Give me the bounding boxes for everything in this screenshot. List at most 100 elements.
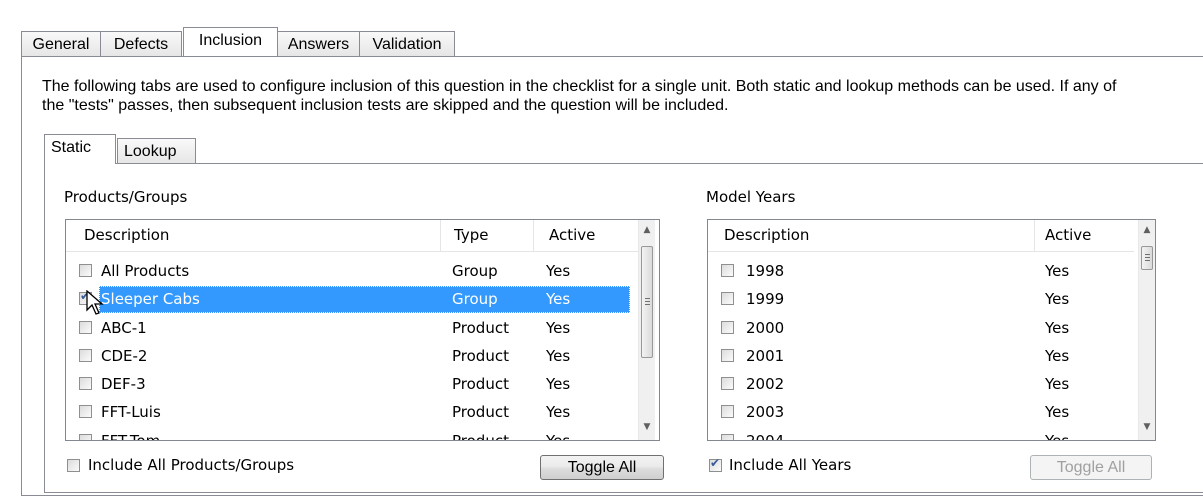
grip-line: [1145, 257, 1150, 258]
row-active: Yes: [546, 262, 571, 280]
table-row[interactable]: 2000 Yes: [708, 314, 1134, 342]
table-row[interactable]: 2003 Yes: [708, 398, 1134, 426]
toggle-all-products-button[interactable]: Toggle All: [540, 455, 664, 480]
scroll-up-icon[interactable]: ▲: [1139, 222, 1155, 239]
row-checkbox[interactable]: [79, 434, 92, 440]
grip-line: [1145, 260, 1150, 261]
row-description: CDE-2: [101, 347, 148, 365]
row-active: Yes: [1045, 375, 1070, 393]
model-years-scrollbar[interactable]: ▲ ▼: [1138, 220, 1155, 440]
table-row[interactable]: 1999 Yes: [708, 285, 1134, 313]
column-header-active[interactable]: Active: [1045, 220, 1091, 251]
row-checkbox[interactable]: [79, 321, 92, 334]
column-divider[interactable]: [440, 220, 441, 251]
table-row[interactable]: 2001 Yes: [708, 342, 1134, 370]
table-row-selected[interactable]: Sleeper Cabs Group Yes: [66, 285, 638, 313]
row-description: All Products: [101, 262, 190, 280]
row-description: 2001: [746, 347, 785, 365]
column-divider[interactable]: [1034, 220, 1035, 251]
column-header-active[interactable]: Active: [549, 220, 595, 251]
row-active: Yes: [1045, 347, 1070, 365]
grip-line: [645, 298, 650, 299]
main-tab-strip: General Defects Inclusion Answers Valida…: [21, 27, 481, 57]
table-row[interactable]: 2004 Yes: [708, 427, 1134, 441]
row-active: Yes: [1045, 290, 1070, 308]
scroll-thumb[interactable]: [641, 246, 653, 358]
mouse-cursor-icon: [86, 290, 104, 315]
row-active: Yes: [1045, 262, 1070, 280]
row-type: Product: [452, 403, 509, 421]
row-active: Yes: [1045, 432, 1070, 441]
table-row[interactable]: ABC-1 Product Yes: [66, 314, 638, 342]
table-row[interactable]: FFT-Tom Product Yes: [66, 427, 638, 441]
table-row[interactable]: 1998 Yes: [708, 257, 1134, 285]
include-all-products-checkbox[interactable]: [67, 459, 80, 472]
row-checkbox[interactable]: [721, 434, 734, 440]
row-description: FFT-Tom: [101, 432, 161, 441]
tab-general[interactable]: General: [21, 31, 101, 56]
scroll-down-icon[interactable]: ▼: [639, 419, 655, 436]
row-checkbox[interactable]: [79, 264, 92, 277]
grip-line: [645, 304, 650, 305]
tab-defects[interactable]: Defects: [100, 31, 182, 56]
row-type: Product: [452, 319, 509, 337]
row-checkbox[interactable]: [79, 349, 92, 362]
inclusion-description: The following tabs are used to configure…: [42, 78, 1117, 114]
products-list[interactable]: Description Type Active All Products Gro…: [65, 219, 660, 441]
row-type: Group: [452, 290, 498, 308]
tab-lookup[interactable]: Lookup: [117, 138, 196, 164]
include-all-years-label[interactable]: Include All Years: [729, 456, 851, 474]
table-row[interactable]: FFT-Luis Product Yes: [66, 398, 638, 426]
tab-static[interactable]: Static: [44, 134, 116, 164]
scroll-down-icon[interactable]: ▼: [1139, 419, 1155, 436]
model-years-group-label: Model Years: [706, 188, 796, 206]
row-type: Product: [452, 375, 509, 393]
table-row[interactable]: 2002 Yes: [708, 370, 1134, 398]
row-checkbox[interactable]: [721, 321, 734, 334]
column-divider[interactable]: [533, 220, 534, 251]
toggle-all-years-button[interactable]: Toggle All: [1030, 455, 1152, 480]
row-description: 2003: [746, 403, 785, 421]
scroll-up-icon[interactable]: ▲: [639, 222, 655, 239]
table-row[interactable]: DEF-3 Product Yes: [66, 370, 638, 398]
row-checkbox[interactable]: [79, 377, 92, 390]
table-row[interactable]: CDE-2 Product Yes: [66, 342, 638, 370]
include-all-products-label[interactable]: Include All Products/Groups: [88, 456, 294, 474]
row-description: ABC-1: [101, 319, 147, 337]
tab-inclusion[interactable]: Inclusion: [183, 27, 278, 56]
column-header-description[interactable]: Description: [724, 220, 809, 251]
row-description: DEF-3: [101, 375, 146, 393]
row-active: Yes: [1045, 319, 1070, 337]
include-all-years-checkbox[interactable]: [709, 456, 722, 472]
row-description: 2000: [746, 319, 785, 337]
row-checkbox[interactable]: [721, 292, 734, 305]
row-type: Group: [452, 262, 498, 280]
row-checkbox[interactable]: [721, 405, 734, 418]
tab-validation[interactable]: Validation: [359, 31, 455, 56]
row-description: 1999: [746, 290, 785, 308]
row-checkbox[interactable]: [721, 264, 734, 277]
row-checkbox[interactable]: [721, 377, 734, 390]
row-active: Yes: [546, 403, 571, 421]
row-type: Product: [452, 432, 509, 441]
column-header-description[interactable]: Description: [84, 220, 169, 251]
model-years-list[interactable]: Description Active 1998 Yes 1999 Yes 200…: [707, 219, 1156, 441]
model-years-list-header: Description Active: [708, 220, 1134, 252]
row-active: Yes: [1045, 403, 1070, 421]
row-checkbox[interactable]: [79, 405, 92, 418]
products-scrollbar[interactable]: ▲ ▼: [638, 220, 655, 440]
products-list-header: Description Type Active: [66, 220, 638, 252]
products-group-label: Products/Groups: [64, 188, 188, 206]
row-checkbox[interactable]: [721, 349, 734, 362]
row-type: Product: [452, 347, 509, 365]
row-description: 2004: [746, 432, 785, 441]
row-active: Yes: [546, 319, 571, 337]
row-description: FFT-Luis: [101, 403, 161, 421]
row-active: Yes: [546, 290, 571, 308]
column-header-type[interactable]: Type: [454, 220, 488, 251]
scroll-thumb[interactable]: [1141, 246, 1153, 270]
tab-answers[interactable]: Answers: [277, 31, 360, 56]
table-row[interactable]: All Products Group Yes: [66, 257, 638, 285]
grip-line: [1145, 254, 1150, 255]
row-description: 1998: [746, 262, 785, 280]
